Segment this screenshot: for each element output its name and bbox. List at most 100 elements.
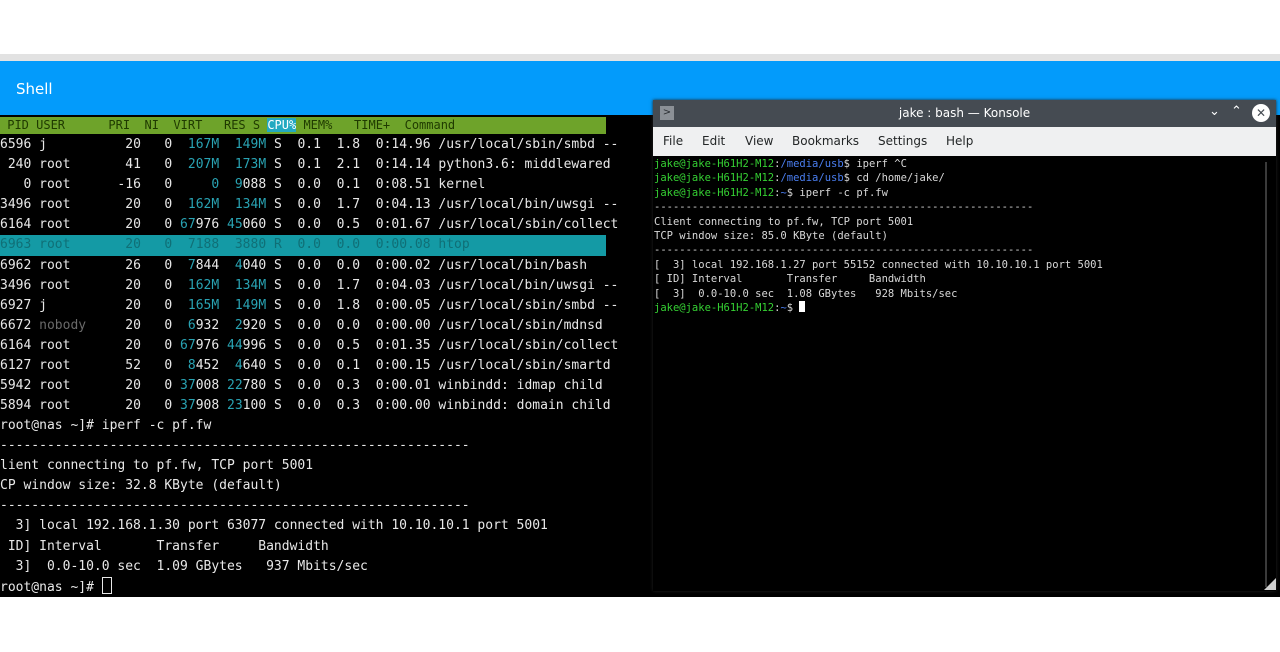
prompt-user: jake@jake-H61H2-M12 [654, 302, 775, 315]
table-row[interactable]: 240 root 41 0 207M 173M S 0.1 2.1 0:14.1… [0, 155, 620, 175]
process-res-high: 4 [234, 358, 243, 374]
process-mem: 0.0 [336, 237, 361, 253]
process-command: /usr/local/sbin/smartd [438, 358, 611, 374]
resize-grip-icon[interactable] [1264, 578, 1276, 590]
process-virt-low: 008 [195, 378, 220, 394]
process-mem: 0.5 [336, 337, 361, 353]
table-row[interactable]: 6672 nobody 20 0 6932 2920 S 0.0 0.0 0:0… [0, 316, 620, 336]
table-row[interactable]: 0 root -16 0 0 9088 S 0.0 0.1 0:08.51 ke… [0, 175, 620, 195]
process-time: 0:00.00 [375, 317, 431, 333]
process-cpu: 0.0 [297, 277, 321, 293]
menu-edit[interactable]: Edit [702, 134, 725, 148]
terminal-line: 3] local 192.168.1.30 port 63077 connect… [0, 518, 548, 534]
process-cpu: 0.0 [297, 358, 321, 374]
process-cpu: 0.1 [297, 137, 321, 152]
terminal-line: ----------------------------------------… [0, 498, 470, 514]
table-row[interactable]: 6164 root 20 0 67976 44996 S 0.0 0.5 0:0… [0, 336, 620, 356]
process-time: 0:08.51 [375, 177, 431, 193]
konsole-output-line: TCP window size: 85.0 KByte (default) [654, 230, 888, 243]
process-command: /usr/local/bin/bash [438, 257, 588, 273]
maximize-icon[interactable]: ⌃ [1231, 104, 1242, 119]
menu-view[interactable]: View [745, 134, 773, 148]
table-row[interactable]: 6127 root 52 0 8452 4640 S 0.0 0.1 0:00.… [0, 356, 620, 376]
process-pid: 6962 [0, 257, 32, 273]
process-command: htop [438, 237, 470, 253]
process-res-high: 3880 [234, 237, 267, 253]
prompt-user: jake@jake-H61H2-M12 [654, 186, 775, 199]
process-virt-low: 167M [187, 137, 220, 152]
htop-column-header: PID USER PRI NI VIRT RES S CPU% MEM% TIM… [0, 117, 606, 134]
konsole-scrollbar[interactable] [1265, 162, 1267, 587]
process-user: root [39, 217, 71, 233]
top-divider [0, 54, 1280, 61]
process-cpu: 0.0 [297, 337, 321, 353]
process-command: winbindd: domain child [438, 398, 611, 414]
process-virt-low: 844 [195, 257, 220, 273]
terminal-prompt-line[interactable]: root@nas ~]# [0, 576, 650, 597]
process-res-low: 640 [242, 358, 267, 374]
table-row[interactable]: 3496 root 20 0 162M 134M S 0.0 1.7 0:04.… [0, 195, 620, 215]
konsole-output-line: ----------------------------------------… [654, 201, 1034, 214]
process-priority: 41 [125, 157, 141, 173]
table-row[interactable]: 5942 root 20 0 37008 22780 S 0.0 0.3 0:0… [0, 376, 620, 396]
konsole-titlebar[interactable]: > jake : bash — Konsole ⌄ ⌃ ✕ [653, 100, 1276, 127]
process-pid: 5894 [0, 398, 32, 414]
process-user: root [39, 277, 71, 293]
process-mem: 0.1 [336, 177, 361, 193]
table-row[interactable]: 6927 j 20 0 165M 149M S 0.0 1.8 0:00.05 … [0, 296, 620, 316]
konsole-prompt-line[interactable]: jake@jake-H61H2-M12:~$ [654, 301, 1259, 315]
process-virt-high: 6 [187, 317, 196, 333]
process-time: 0:01.35 [375, 337, 431, 353]
process-priority: 20 [125, 137, 141, 152]
table-row[interactable]: 6962 root 26 0 7844 4040 S 0.0 0.0 0:00.… [0, 256, 620, 276]
process-state: R [273, 237, 282, 253]
process-virt-high: 67 [180, 217, 196, 233]
process-mem: 0.5 [336, 217, 361, 233]
prompt-path: ~ [780, 186, 787, 199]
process-mem: 0.3 [336, 378, 361, 394]
table-row[interactable]: 6596 j 20 0 167M 149M S 0.1 1.8 0:14.96 … [0, 135, 620, 155]
table-row[interactable]: 6164 root 20 0 67976 45060 S 0.0 0.5 0:0… [0, 215, 620, 235]
process-nice: 0 [164, 297, 173, 313]
process-res-high: 45 [227, 217, 243, 233]
process-state: S [273, 398, 282, 414]
process-priority: 20 [125, 317, 141, 333]
process-user: root [39, 358, 71, 374]
konsole-output-line: [ ID] Interval Transfer Bandwidth [654, 273, 926, 286]
process-nice: 0 [164, 137, 173, 152]
menu-help[interactable]: Help [946, 134, 973, 148]
close-icon[interactable]: ✕ [1252, 104, 1270, 122]
process-mem: 0.1 [336, 358, 361, 374]
process-res-low: 134M [234, 277, 267, 293]
menu-bookmarks[interactable]: Bookmarks [792, 134, 859, 148]
process-state: S [273, 137, 282, 152]
process-res-high: 2 [234, 317, 243, 333]
process-pid: 5942 [0, 378, 32, 394]
process-priority: 20 [125, 297, 141, 313]
konsole-window[interactable]: > jake : bash — Konsole ⌄ ⌃ ✕ File Edit … [653, 100, 1276, 591]
process-user: root [39, 257, 71, 273]
terminal-line: CP window size: 32.8 KByte (default) [0, 478, 282, 494]
process-priority: -16 [117, 177, 141, 193]
process-virt-high: 7188 [187, 237, 220, 253]
table-row[interactable]: 3496 root 20 0 162M 134M S 0.0 1.7 0:04.… [0, 276, 620, 296]
process-priority: 20 [125, 197, 141, 213]
menu-file[interactable]: File [663, 134, 683, 148]
process-priority: 20 [125, 237, 141, 253]
process-cpu: 0.1 [297, 157, 321, 173]
table-row[interactable]: 6963 root 20 0 7188 3880 R 0.0 0.0 0:00.… [0, 235, 606, 256]
process-nice: 0 [164, 317, 173, 333]
process-nice: 0 [164, 157, 173, 173]
process-virt-low: 976 [195, 217, 220, 233]
menu-settings[interactable]: Settings [878, 134, 927, 148]
process-virt-high: 0 [211, 177, 220, 193]
process-res-high: 22 [227, 378, 243, 394]
process-user: nobody [39, 317, 87, 333]
window-title: jake : bash — Konsole [898, 106, 1031, 120]
table-row[interactable]: 5894 root 20 0 37908 23100 S 0.0 0.3 0:0… [0, 396, 620, 416]
process-virt-high: 7 [187, 257, 196, 273]
cursor-icon [101, 576, 112, 594]
konsole-terminal-output[interactable]: jake@jake-H61H2-M12:/media/usb$ iperf ^C… [654, 157, 1259, 591]
minimize-icon[interactable]: ⌄ [1209, 104, 1220, 119]
process-virt-low: 932 [195, 317, 220, 333]
